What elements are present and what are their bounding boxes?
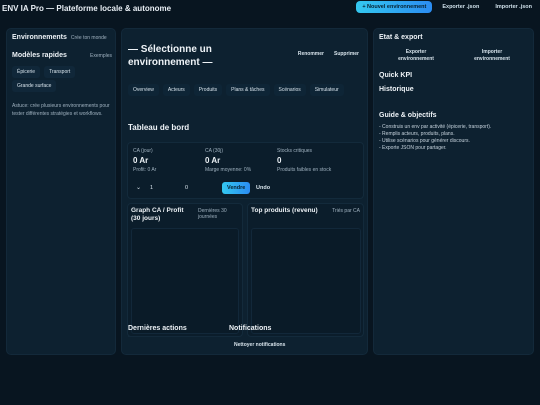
top-products-list	[251, 228, 361, 334]
environments-subtitle: Crée ton monde	[70, 35, 107, 41]
kpi-ca-day-sub: Profit: 0 Ar	[133, 167, 157, 173]
kpi-ca-30-value: 0 Ar	[205, 156, 221, 165]
top-actions: + Nouvel environnement Exporter .json Im…	[356, 1, 538, 13]
tab-acteurs[interactable]: Acteurs	[162, 84, 190, 96]
model-epicerie-button[interactable]: Épicerie	[12, 66, 41, 78]
price-input[interactable]: 0	[185, 185, 188, 191]
kpi-ca-30-sub: Marge moyenne: 0%	[205, 167, 252, 173]
tab-produits[interactable]: Produits	[193, 84, 223, 96]
environment-heading: — Sélectionne un environnement —	[128, 44, 213, 68]
kpi-critical-stock-sub: Produits faibles en stock	[277, 167, 332, 173]
export-environment-button[interactable]: Exporter environnement	[388, 49, 444, 63]
state-export-title: Etat & export	[379, 34, 423, 41]
import-json-button[interactable]: Importer .json	[489, 1, 538, 13]
quantity-input[interactable]: 1	[150, 185, 153, 191]
quick-models-subtitle: Exemples	[90, 53, 112, 59]
undo-button[interactable]: Undo	[256, 185, 270, 191]
tab-overview[interactable]: Overview	[128, 84, 159, 96]
environments-title: Environnements	[12, 34, 67, 41]
quick-models-title: Modèles rapides	[12, 52, 67, 59]
top-products-subtitle: Triés par CA	[332, 208, 360, 214]
kpi-ca-day-label: CA (jour)	[133, 148, 153, 154]
dashboard-title: Tableau de bord	[128, 123, 190, 132]
graph-subtitle: Dernières 30 journées	[198, 208, 227, 220]
guide-item: - Remplis acteurs, produits, plans.	[379, 131, 455, 137]
kpi-ca-30-label: CA (30j)	[205, 148, 224, 154]
model-transport-button[interactable]: Transport	[44, 66, 76, 78]
product-select-chevron-icon[interactable]: ⌄	[136, 184, 141, 191]
sell-button[interactable]: Vendre	[222, 182, 251, 194]
kpi-ca-day: CA (jour) 0 Ar Profit: 0 Ar	[133, 148, 156, 173]
new-environment-button[interactable]: + Nouvel environnement	[356, 1, 433, 13]
kpi-critical-stock-value: 0	[277, 156, 282, 165]
guide-list: - Construis un env par activité (épiceri…	[379, 124, 529, 152]
export-json-button[interactable]: Exporter .json	[436, 1, 485, 13]
sell-row: ⌄ 1 0 Vendre Undo	[130, 182, 366, 196]
graph-area	[131, 228, 239, 334]
tip-text: Astuce: crée plusieurs environnements po…	[12, 103, 110, 117]
tab-simulateur[interactable]: Simulateur	[309, 84, 344, 96]
top-products-title: Top produits (revenu)	[251, 207, 318, 214]
clear-notifications-button[interactable]: Nettoyer notifications	[234, 342, 285, 348]
last-actions-title: Dernières actions	[128, 325, 187, 332]
graph-title: Graph CA / Profit (30 jours)	[131, 207, 184, 222]
environments-panel: Environnements Crée ton monde Modèles ra…	[6, 28, 116, 355]
rename-button[interactable]: Renommer	[298, 51, 324, 57]
guide-item: - Exporte JSON pour partager.	[379, 145, 447, 151]
top-bar: ENV IA Pro — Plateforme locale & autonom…	[0, 0, 540, 16]
history-title: Historique	[379, 86, 414, 93]
guide-item: - Utilise scénarios pour générer discour…	[379, 138, 470, 144]
main-panel: — Sélectionne un environnement — Renomme…	[121, 28, 368, 355]
kpi-critical-stock: Stocks critiques 0 Produits faibles en s…	[277, 148, 331, 173]
kpi-critical-stock-label: Stocks critiques	[277, 148, 313, 154]
graph-card: Graph CA / Profit (30 jours) Dernières 3…	[127, 203, 243, 337]
guide-item: - Construis un env par activité (épiceri…	[379, 124, 492, 130]
model-grande-surface-button[interactable]: Grande surface	[12, 80, 57, 92]
import-environment-button[interactable]: Importer environnement	[464, 49, 520, 63]
delete-button[interactable]: Supprimer	[334, 51, 359, 57]
kpi-ca-30: CA (30j) 0 Ar Marge moyenne: 0%	[205, 148, 251, 173]
top-products-card: Top produits (revenu) Triés par CA	[247, 203, 364, 337]
quick-kpi-title: Quick KPI	[379, 72, 413, 79]
app-title: ENV IA Pro — Plateforme locale & autonom…	[2, 3, 172, 13]
last-actions-list	[128, 336, 218, 348]
notifications-title: Notifications	[229, 325, 272, 332]
tab-plans-taches[interactable]: Plans & tâches	[226, 84, 270, 96]
guide-title: Guide & objectifs	[379, 112, 437, 119]
state-panel: Etat & export Exporter environnement Imp…	[373, 28, 534, 355]
kpi-ca-day-value: 0 Ar	[133, 156, 149, 165]
tab-scenarios[interactable]: Scénarios	[273, 84, 306, 96]
